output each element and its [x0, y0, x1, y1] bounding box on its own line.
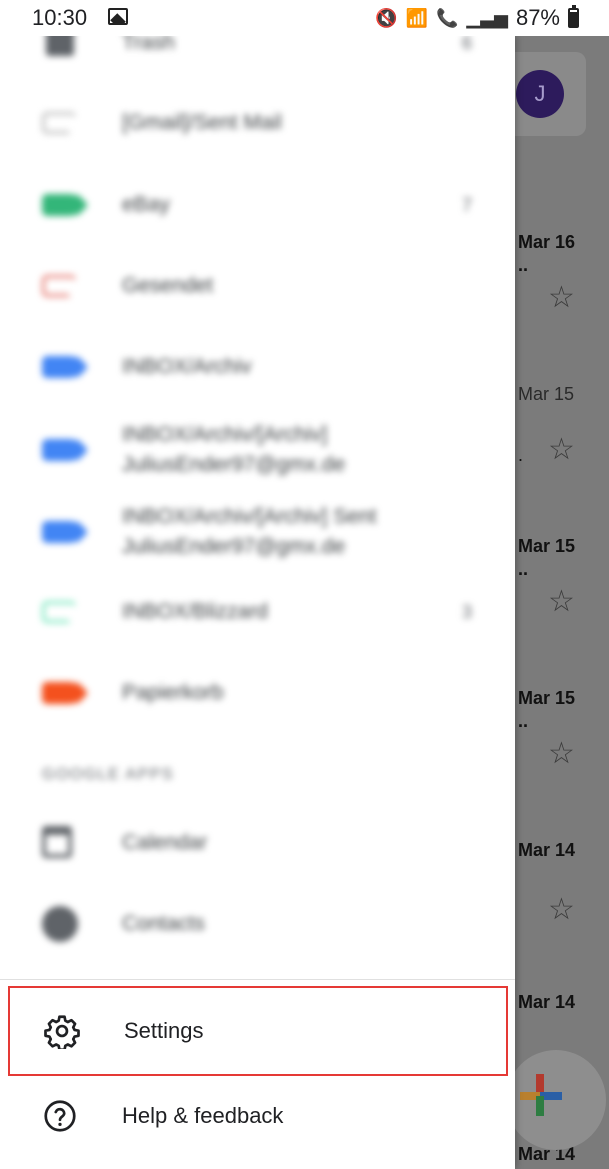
battery-percent: 87%	[515, 5, 560, 30]
mail-row[interactable]: Mar 15 .. ☆	[518, 688, 609, 770]
status-bar: 10:30 🔇 📶 📞 ▁▃▅ 87%	[0, 0, 609, 36]
mail-snippet: ..	[518, 559, 529, 579]
drawer-item-label: Papierkorb	[122, 681, 224, 704]
mail-date: Mar 14	[518, 840, 576, 860]
mail-date: Mar 15	[518, 688, 576, 708]
drawer-item-label: Contacts	[122, 912, 205, 935]
drawer-item-inbox-archiv-juliusender[interactable]: INBOX/Archiv/[Archiv] JuliusEnder97@gmx.…	[0, 420, 515, 480]
gear-icon	[44, 1015, 80, 1049]
mail-row[interactable]: Mar 15 . ☆	[518, 384, 609, 466]
navigation-drawer: Trash 6 [Gmail]/Sent Mail eBay 7 Gesende…	[0, 36, 515, 1169]
settings-label: Settings	[124, 1018, 204, 1043]
star-icon[interactable]: ☆	[548, 892, 575, 927]
account-avatar[interactable]: J	[516, 70, 564, 118]
drawer-item-label: INBOX/Archiv	[122, 355, 252, 378]
mail-date: Mar 15	[518, 536, 576, 556]
signal-icon: ▁▃▅	[466, 7, 508, 28]
compose-button[interactable]	[506, 1050, 606, 1150]
drawer-item-label: eBay	[122, 193, 170, 216]
drawer-item-inbox-archiv-sent[interactable]: INBOX/Archiv/[Archiv] Sent JuliusEnder97…	[0, 502, 515, 562]
mute-vibrate-icon: 🔇	[375, 7, 398, 28]
mail-date: Mar 16	[518, 232, 576, 252]
drawer-item-contacts[interactable]: Contacts	[0, 906, 515, 942]
wifi-icon: 📶	[405, 7, 428, 28]
label-icon	[42, 275, 76, 297]
gallery-icon	[108, 8, 128, 25]
drawer-item-ebay[interactable]: eBay 7	[0, 190, 515, 220]
drawer-divider	[0, 979, 515, 980]
drawer-item-sent-mail[interactable]: [Gmail]/Sent Mail	[0, 108, 515, 138]
drawer-item-inbox-blizzard[interactable]: INBOX/Blizzard 3	[0, 597, 515, 627]
status-time: 10:30	[32, 5, 88, 30]
calendar-icon	[42, 826, 72, 858]
star-icon[interactable]: ☆	[548, 280, 575, 315]
label-icon	[42, 194, 76, 216]
label-icon	[42, 521, 76, 543]
help-feedback-label: Help & feedback	[122, 1103, 284, 1128]
mail-date: Mar 15	[518, 384, 575, 404]
star-icon[interactable]: ☆	[548, 432, 575, 467]
star-icon[interactable]: ☆	[548, 584, 575, 619]
drawer-item-label: INBOX/Blizzard	[122, 600, 268, 623]
drawer-label-list: Trash 6 [Gmail]/Sent Mail eBay 7 Gesende…	[0, 36, 515, 976]
label-icon	[42, 682, 76, 704]
drawer-item-count: 7	[462, 194, 473, 215]
drawer-item-count: 3	[462, 601, 473, 622]
label-icon	[42, 356, 76, 378]
mail-row[interactable]: Mar 16 .. ☆	[518, 232, 609, 314]
contacts-icon	[42, 906, 78, 942]
drawer-item-help-feedback[interactable]: Help & feedback	[8, 1076, 508, 1156]
status-icons: 🔇 📶 📞 ▁▃▅ 87%	[375, 5, 579, 31]
drawer-item-gesendet[interactable]: Gesendet	[0, 271, 515, 301]
google-apps-heading: GOOGLE APPS	[42, 766, 175, 783]
mail-row[interactable]: Mar 14 ☆	[518, 840, 609, 926]
mail-row[interactable]: Mar 14	[518, 992, 609, 1013]
drawer-item-label: Trash	[122, 36, 175, 54]
drawer-item-label: Gesendet	[122, 274, 214, 297]
trash-icon	[46, 36, 74, 56]
label-icon	[42, 439, 76, 461]
star-icon[interactable]: ☆	[548, 736, 575, 771]
drawer-item-papierkorb[interactable]: Papierkorb	[0, 678, 515, 708]
drawer-item-trash[interactable]: Trash 6	[0, 36, 515, 58]
drawer-item-label: Calendar	[122, 831, 208, 854]
label-icon	[42, 112, 76, 134]
label-icon	[42, 601, 76, 623]
drawer-item-label: INBOX/Archiv/[Archiv] JuliusEnder97@gmx.…	[122, 423, 346, 476]
mail-snippet: ..	[518, 711, 529, 731]
drawer-item-label: INBOX/Archiv/[Archiv] Sent JuliusEnder97…	[122, 505, 377, 558]
help-icon	[44, 1100, 76, 1132]
drawer-item-count: 6	[462, 36, 473, 53]
wifi-call-icon: 📞	[436, 7, 459, 28]
mail-date: Mar 14	[518, 992, 576, 1012]
drawer-item-calendar[interactable]: Calendar	[0, 826, 515, 858]
drawer-item-label: [Gmail]/Sent Mail	[122, 111, 282, 134]
mail-row[interactable]: Mar 15 .. ☆	[518, 536, 609, 618]
drawer-item-settings[interactable]: Settings	[8, 986, 508, 1076]
battery-icon	[568, 5, 579, 28]
mail-snippet: ..	[518, 255, 529, 275]
drawer-item-inbox-archiv[interactable]: INBOX/Archiv	[0, 352, 515, 382]
